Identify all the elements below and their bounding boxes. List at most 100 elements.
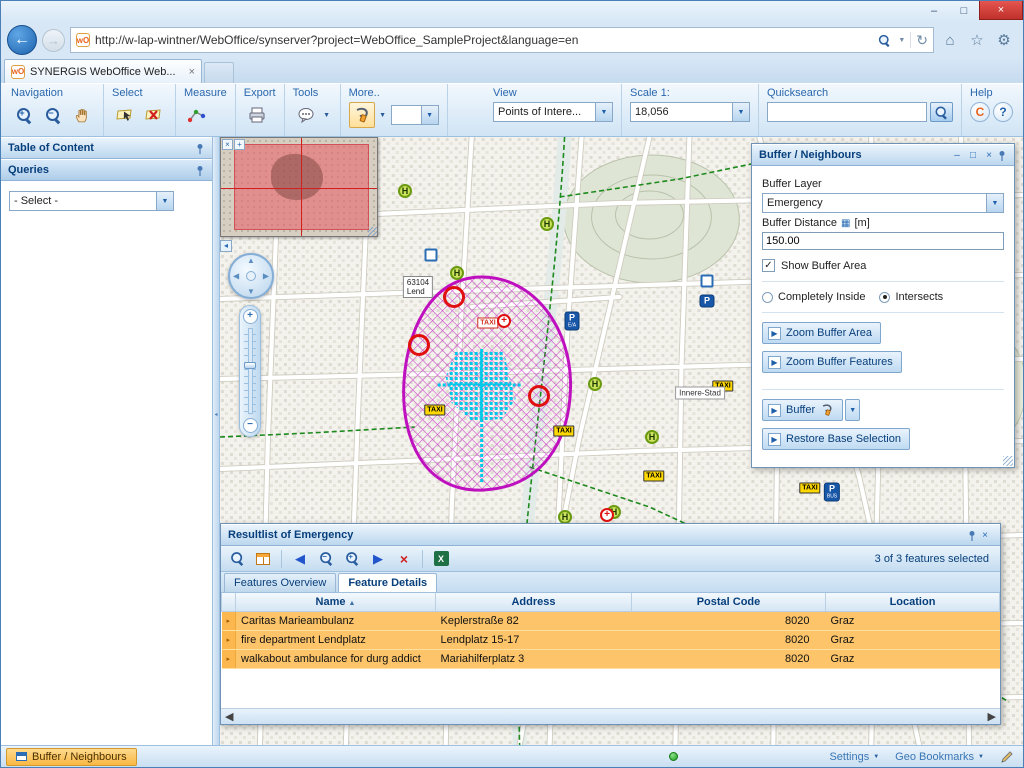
buffer-panel-header[interactable]: Buffer / Neighbours – □ × [752, 144, 1014, 166]
browser-tab[interactable]: wO SYNERGIS WebOffice Web... × [4, 59, 202, 83]
column-header-location[interactable]: Location [826, 593, 1000, 611]
chevron-down-icon[interactable]: ▼ [595, 103, 612, 121]
pin-icon[interactable] [195, 165, 205, 176]
zoom-out-button[interactable]: − [40, 102, 66, 128]
taxi-marker[interactable]: TAXI [553, 426, 574, 437]
buffer-button-caret-icon[interactable]: ▼ [845, 399, 860, 421]
district-label-marker[interactable]: 63104Lend [403, 276, 433, 298]
select-features-button[interactable] [112, 102, 138, 128]
area-label-marker[interactable]: Innere-Stad [675, 387, 725, 400]
new-tab-stub[interactable] [204, 62, 234, 83]
chevron-down-icon[interactable]: ▼ [986, 194, 1003, 212]
quicksearch-input[interactable] [767, 102, 927, 122]
zoom-slider-handle[interactable] [244, 362, 256, 369]
table-row[interactable]: ▸ fire department Lendplatz Lendplatz 15… [222, 630, 1000, 649]
geo-bookmarks-link[interactable]: Geo Bookmarks ▼ [895, 751, 984, 763]
measure-button[interactable] [184, 102, 210, 128]
compass-center-dot[interactable] [246, 271, 256, 281]
close-button[interactable]: × [979, 1, 1023, 20]
restore-base-selection-button[interactable]: ▶ Restore Base Selection [762, 428, 910, 450]
zoom-to-selected-button[interactable]: − [315, 548, 337, 570]
hospital-marker[interactable]: H [588, 377, 602, 391]
taxi-marker[interactable]: TAXI [643, 471, 664, 482]
redcross-marker[interactable]: + [497, 314, 511, 328]
zoom-buffer-area-button[interactable]: ▶ Zoom Buffer Area [762, 322, 881, 344]
pin-icon[interactable] [967, 530, 977, 541]
panel-resize-grip[interactable] [1003, 456, 1013, 466]
info-marker[interactable] [701, 275, 714, 288]
chevron-down-icon[interactable]: ▼ [421, 106, 438, 124]
taxi-marker[interactable]: TAXI [799, 483, 820, 494]
queries-header[interactable]: Queries [1, 159, 212, 181]
search-icon[interactable] [878, 34, 891, 47]
column-header-name[interactable]: Name ▲ [236, 593, 436, 611]
pin-icon[interactable] [997, 150, 1007, 161]
show-buffer-checkbox[interactable]: ✓ [762, 259, 775, 272]
row-selector[interactable]: ▸ [222, 611, 236, 630]
pin-icon[interactable] [195, 143, 205, 154]
chevron-down-icon[interactable]: ▼ [732, 103, 749, 121]
overview-move-icon[interactable]: + [234, 139, 245, 150]
help-context-button[interactable]: C [970, 102, 990, 122]
close-icon[interactable]: × [981, 150, 997, 161]
refresh-icon[interactable]: ↻ [916, 32, 928, 49]
tab-feature-details[interactable]: Feature Details [338, 573, 437, 592]
calculator-icon[interactable]: ▦ [841, 218, 850, 229]
clear-selection-button[interactable] [141, 102, 167, 128]
buffer-tool-caret-icon[interactable]: ▼ [378, 112, 388, 119]
favorites-star-icon[interactable]: ☆ [966, 31, 988, 49]
buffer-button[interactable]: ▶ Buffer [762, 399, 843, 421]
column-header-postal-code[interactable]: Postal Code [632, 593, 826, 611]
parking-marker[interactable]: PE/A [565, 312, 580, 331]
table-row[interactable]: ▸ Caritas Marieambulanz Keplerstraße 82 … [222, 611, 1000, 630]
map-area[interactable]: HHHHHHHHTAXITAXITAXITAXITAXITAXIPE/APPBU… [220, 137, 1023, 745]
taxi-marker[interactable]: TAXI [424, 405, 445, 416]
float-window-icon[interactable]: □ [965, 150, 981, 161]
scroll-right-button[interactable]: ▶ [988, 710, 996, 723]
overview-close-icon[interactable]: × [222, 139, 233, 150]
more-options-dropdown[interactable]: ▼ [391, 105, 439, 125]
excel-export-button[interactable]: X [430, 548, 452, 570]
back-button[interactable]: ← [7, 25, 37, 55]
tools-button[interactable] [293, 102, 319, 128]
row-selector[interactable]: ▸ [222, 630, 236, 649]
sidebar-splitter[interactable]: ◂ [213, 137, 220, 745]
scale-dropdown[interactable]: 18,056 ▼ [630, 102, 750, 122]
buffer-distance-input[interactable] [762, 232, 1004, 250]
url-text[interactable]: http://w-lap-wintner/WebOffice/synserver… [95, 33, 871, 47]
previous-feature-button[interactable]: ◀ [289, 548, 311, 570]
hospital-marker[interactable]: H [558, 510, 572, 524]
quicksearch-button[interactable] [930, 102, 953, 122]
next-feature-button[interactable]: ▶ [367, 548, 389, 570]
scroll-left-button[interactable]: ◀ [225, 710, 233, 723]
parking-marker[interactable]: P [700, 295, 715, 308]
table-row[interactable]: ▸ walkabout ambulance for durg addict Ma… [222, 649, 1000, 668]
pan-north-icon[interactable]: ▲ [247, 256, 255, 265]
info-marker[interactable] [425, 249, 438, 262]
resultlist-header[interactable]: Resultlist of Emergency × [221, 524, 1000, 546]
taxi-red-marker[interactable]: TAXI [477, 318, 498, 329]
forward-button[interactable]: → [42, 29, 65, 52]
zoom-buffer-features-button[interactable]: ▶ Zoom Buffer Features [762, 351, 902, 373]
hospital-marker[interactable]: H [450, 266, 464, 280]
compass-control[interactable]: ▲ ▼ ◀ ▶ [228, 253, 274, 299]
edit-pencil-icon[interactable] [1000, 750, 1014, 764]
radio-intersects[interactable] [879, 292, 890, 303]
selected-marker[interactable] [528, 385, 550, 407]
zoom-in-control[interactable]: + [243, 309, 258, 324]
zoom-slider[interactable] [244, 328, 256, 414]
query-select-dropdown[interactable]: - Select - ▼ [9, 191, 174, 211]
tab-features-overview[interactable]: Features Overview [224, 573, 336, 592]
splitter-collapse-icon[interactable]: ◂ [213, 392, 219, 436]
horizontal-scrollbar[interactable]: ◀ ▶ [221, 708, 1000, 724]
print-button[interactable] [244, 102, 270, 128]
pan-west-icon[interactable]: ◀ [233, 272, 239, 281]
tools-caret-icon[interactable]: ▼ [322, 112, 332, 119]
overview-resize-grip[interactable] [368, 227, 377, 236]
zoom-in-button[interactable]: + [11, 102, 37, 128]
toc-header[interactable]: Table of Content [1, 137, 212, 159]
url-box[interactable]: wO http://w-lap-wintner/WebOffice/synser… [70, 27, 934, 53]
buffer-layer-select[interactable]: Emergency ▼ [762, 193, 1004, 213]
home-icon[interactable]: ⌂ [939, 32, 961, 49]
settings-gear-icon[interactable]: ⚙ [993, 31, 1015, 49]
